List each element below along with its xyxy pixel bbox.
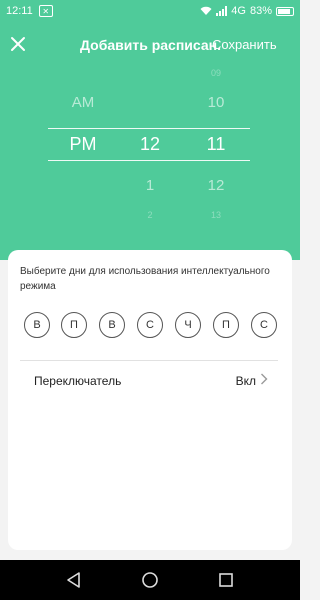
header: Добавить расписан. Сохранить (0, 28, 300, 64)
back-triangle-icon[interactable] (64, 570, 84, 590)
minute-option-selected[interactable]: 11 (186, 134, 246, 155)
switch-value: Вкл (235, 374, 256, 388)
ampm-option-above[interactable]: AM (53, 94, 113, 111)
minute-option-above[interactable]: 10 (186, 94, 246, 111)
day-button-6[interactable]: П (213, 312, 239, 338)
picker-selection-line-bottom (48, 160, 250, 161)
page-title: Добавить расписан. (80, 37, 221, 53)
navigation-bar (0, 560, 300, 600)
ampm-option-selected[interactable]: PM (53, 134, 113, 155)
hour-option-below[interactable]: 1 (120, 177, 180, 194)
status-indicators: 4G 83% (200, 5, 294, 17)
hour-option-selected[interactable]: 12 (120, 134, 180, 155)
day-button-2[interactable]: П (61, 312, 87, 338)
app-notification-icon: ✕ (38, 5, 53, 17)
days-sheet (8, 250, 292, 550)
wifi-icon (200, 6, 212, 15)
day-button-3[interactable]: В (99, 312, 125, 338)
day-button-1[interactable]: В (24, 312, 50, 338)
hour-option-below-faint[interactable]: 2 (120, 210, 180, 220)
signal-icon (216, 6, 228, 16)
day-button-4[interactable]: С (137, 312, 163, 338)
minute-option-below-faint[interactable]: 13 (186, 210, 246, 220)
status-bar: 12:11 ✕ 4G 83% (0, 0, 300, 22)
day-button-7[interactable]: С (251, 312, 277, 338)
battery-percent: 83% (249, 5, 272, 17)
time-picker[interactable]: AM PM 12 1 2 09 10 11 12 13 (0, 64, 300, 224)
network-type: 4G (231, 5, 246, 17)
home-circle-icon[interactable] (140, 570, 160, 590)
status-time: 12:11 (6, 5, 33, 17)
divider (20, 360, 278, 361)
close-button[interactable] (8, 32, 28, 56)
days-prompt: Выберите дни для использования интеллект… (20, 266, 270, 292)
picker-selection-line-top (48, 128, 250, 129)
recents-square-icon[interactable] (216, 570, 236, 590)
switch-row[interactable]: Переключатель Вкл (20, 362, 278, 400)
save-button[interactable]: Сохранить (212, 37, 300, 52)
switch-label: Переключатель (34, 374, 122, 388)
day-button-5[interactable]: Ч (175, 312, 201, 338)
chevron-right-icon (261, 373, 268, 385)
close-icon (11, 37, 25, 51)
day-selector: В П В С Ч П С (24, 312, 278, 340)
minute-option-below[interactable]: 12 (186, 177, 246, 194)
minute-option-above-faint[interactable]: 09 (186, 68, 246, 78)
battery-icon (276, 6, 294, 16)
